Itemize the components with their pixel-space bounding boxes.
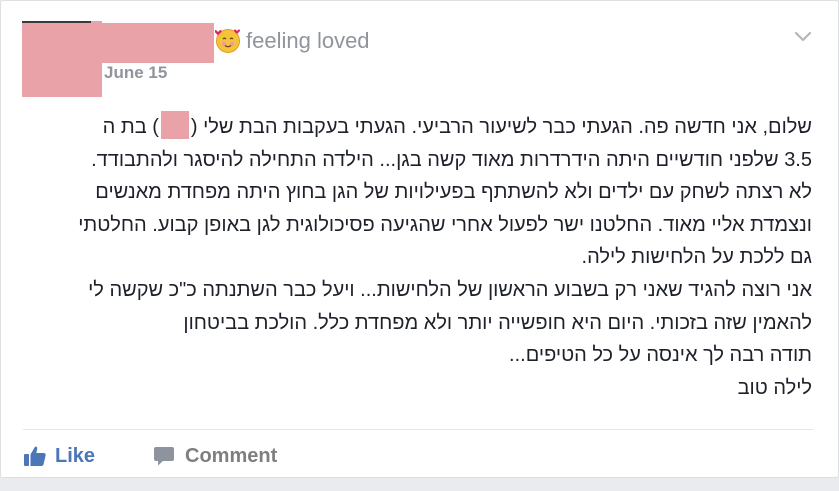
action-divider <box>23 429 813 430</box>
post-date[interactable]: June 15 <box>104 63 167 83</box>
avatar-redacted[interactable] <box>22 21 102 97</box>
post-line: לילה טוב <box>737 376 812 399</box>
post-line: 3.5 שלפני חודשיים היתה הידרדרות מאוד קשה… <box>91 148 812 171</box>
post-line: להאמין שזה בזכותי. היום היא חופשייה יותר… <box>183 311 812 334</box>
like-button[interactable]: Like <box>23 442 95 470</box>
comment-label: Comment <box>185 444 278 467</box>
feeling-status[interactable]: feeling loved <box>246 28 370 54</box>
chevron-down-icon[interactable] <box>791 27 815 47</box>
post-line: ונצמדת אליי מאוד. החלטנו ישר לפעול אחרי … <box>78 213 812 236</box>
post-body: שלום, אני חדשה פה. הגעתי כבר לשיעור הרבי… <box>12 111 812 404</box>
post-line: שלום, אני חדשה פה. הגעתי כבר לשיעור הרבי… <box>12 111 812 144</box>
thumbs-up-icon <box>24 446 46 466</box>
comment-button[interactable]: Comment <box>153 442 277 470</box>
post-line: אני רוצה להגיד שאני רק בשבוע הראשון של ה… <box>88 278 812 301</box>
post-line: תודה רבה לך אינסה על כל הטיפים... <box>509 344 812 367</box>
speech-bubble-icon <box>154 447 174 466</box>
post-line: לא רצתה לשחק עם ילדים ולא להשתתף בפעילוי… <box>95 181 812 204</box>
avatar-edge <box>22 21 91 23</box>
post-line: גם ללכת על הלחישות לילה. <box>581 246 812 269</box>
post-card: feeling loved June 15 שלום, אני חדשה פה.… <box>0 0 839 478</box>
redacted-name <box>160 111 189 139</box>
like-label: Like <box>55 444 96 467</box>
author-name-redacted[interactable] <box>102 23 214 63</box>
smiling-face-with-hearts-icon <box>215 29 241 53</box>
